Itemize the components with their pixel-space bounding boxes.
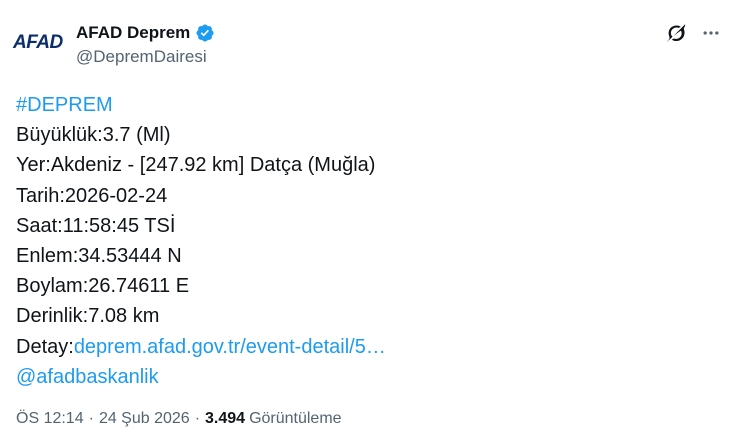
- depth-text: Derinlik:7.08 km: [16, 305, 160, 328]
- tweet-time[interactable]: ÖS 12:14: [16, 410, 84, 428]
- date-text: Tarih:2026-02-24: [16, 184, 168, 207]
- time-text: Saat:11:58:45 TSİ: [16, 214, 176, 237]
- tweet-meta: ÖS 12:14 · 24 Şub 2026 · 3.494 Görüntüle…: [16, 410, 342, 428]
- hashtag-link[interactable]: #DEPREM: [16, 94, 113, 116]
- meta-separator: ·: [88, 410, 94, 427]
- avatar[interactable]: AFAD: [13, 28, 63, 58]
- afad-logo: AFAD: [13, 32, 63, 53]
- latitude-text: Enlem:34.53444 N: [16, 245, 182, 268]
- magnitude-text: Büyüklük:3.7 (Ml): [16, 124, 171, 147]
- detail-link[interactable]: deprem.afad.gov.tr/event-detail/5…: [74, 336, 386, 358]
- verified-badge-icon[interactable]: [195, 23, 215, 43]
- location-text: Yer:Akdeniz - [247.92 km] Datça (Muğla): [16, 154, 376, 177]
- views-count: 3.494: [205, 410, 246, 427]
- tweet-date[interactable]: 24 Şub 2026: [99, 410, 190, 428]
- author-handle[interactable]: @DepremDairesi: [76, 47, 207, 67]
- author-display-name[interactable]: AFAD Deprem: [76, 23, 190, 43]
- views-label: Görüntüleme: [249, 410, 342, 427]
- tweet-text: #DEPREM Büyüklük:3.7 (Ml) Yer:Akdeniz - …: [16, 90, 386, 392]
- mention-link[interactable]: @afadbaskanlik: [16, 366, 159, 388]
- tweet-card: AFAD AFAD Deprem @DepremDairesi #DEPREM …: [0, 0, 756, 444]
- more-horizontal-icon[interactable]: [699, 21, 723, 45]
- longitude-text: Boylam:26.74611 E: [16, 275, 190, 298]
- detail-label: Detay:: [16, 335, 74, 358]
- meta-separator: ·: [194, 410, 201, 427]
- author-name-row: AFAD Deprem: [76, 21, 215, 45]
- grok-icon[interactable]: [664, 21, 688, 45]
